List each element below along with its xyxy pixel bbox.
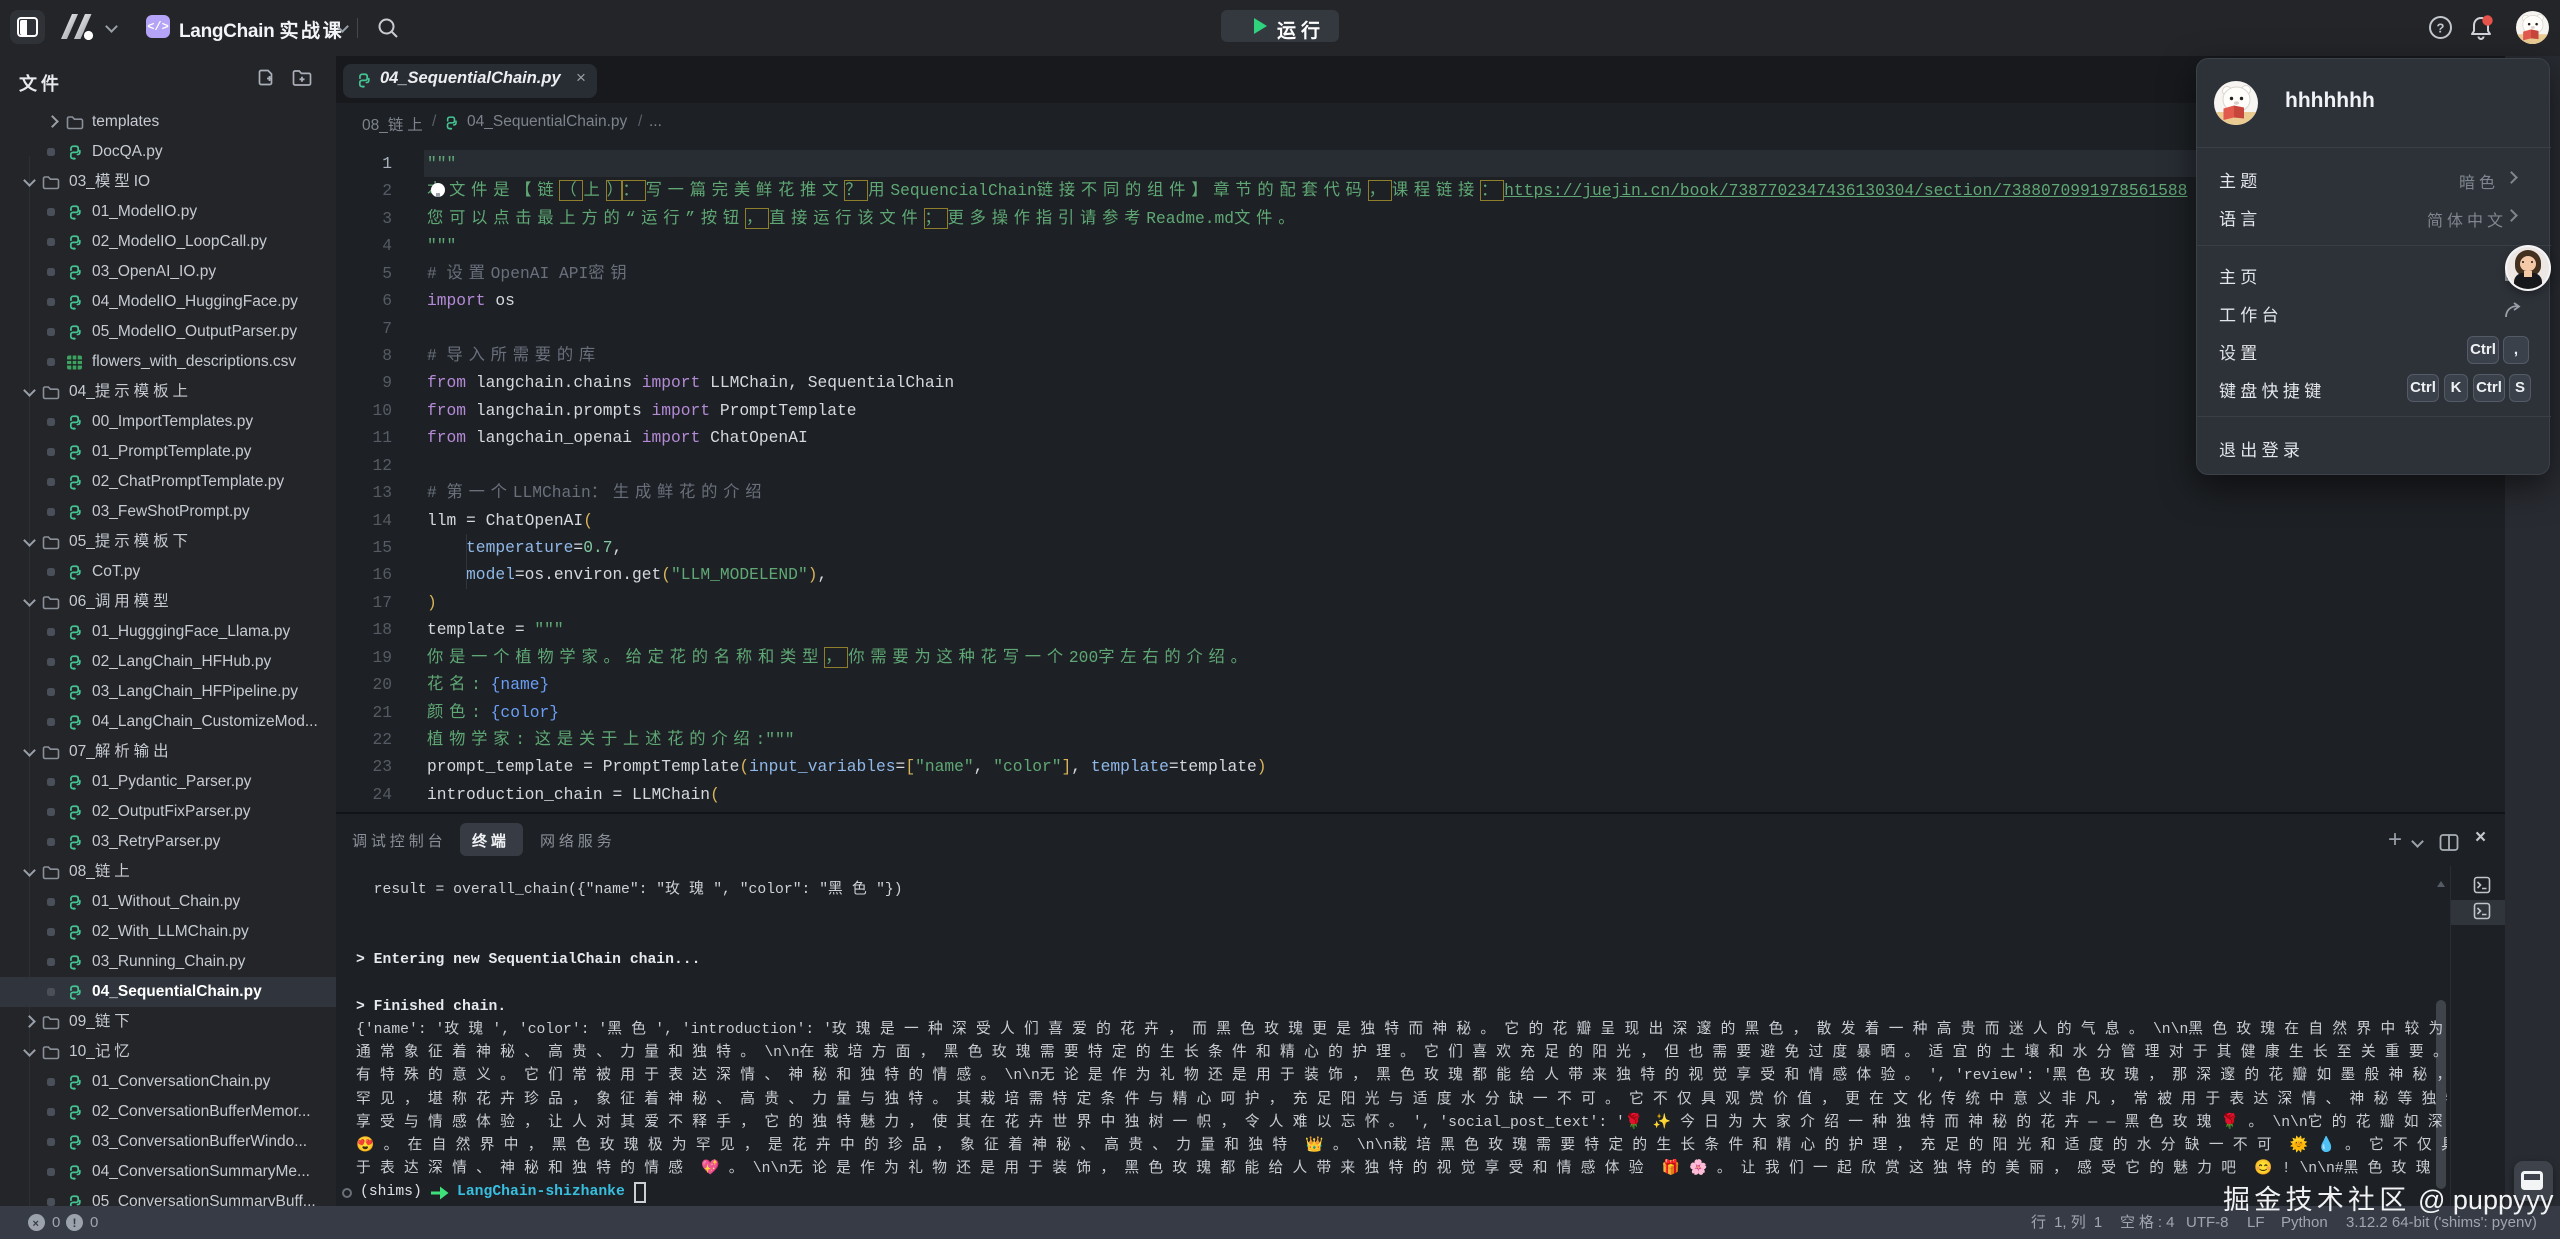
svg-text:?: ? xyxy=(2437,21,2445,36)
